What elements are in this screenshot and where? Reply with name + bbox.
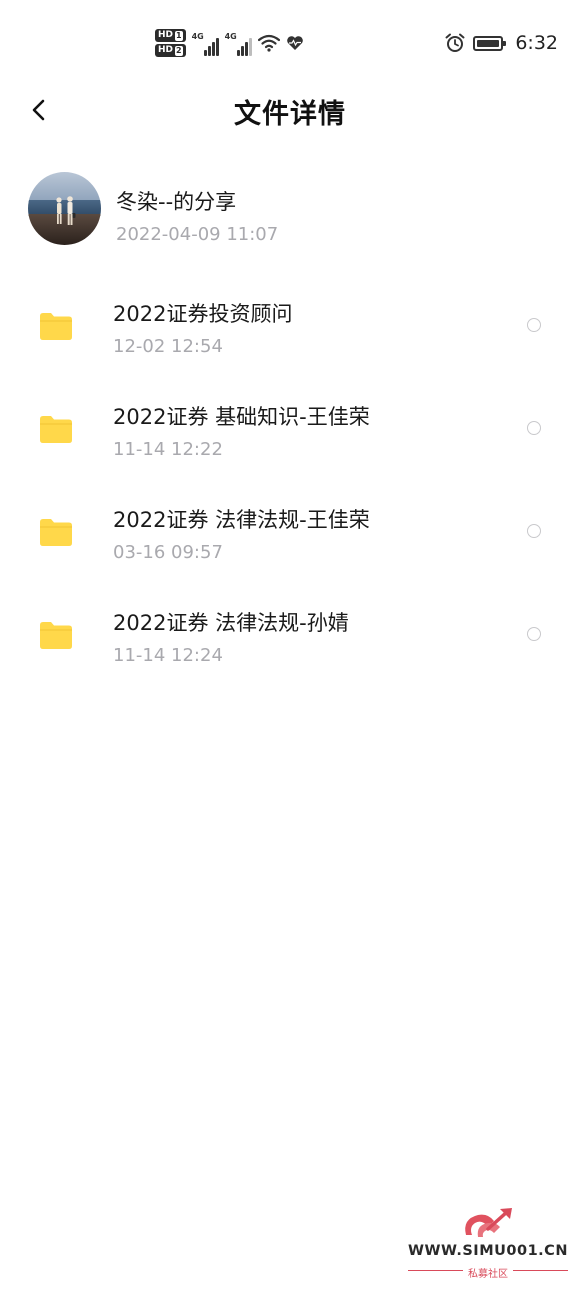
file-name: 2022证券 法律法规-王佳荣	[113, 508, 370, 532]
select-radio[interactable]	[527, 524, 541, 538]
header: 文件详情	[0, 88, 580, 132]
battery-icon	[473, 35, 507, 51]
watermark-site: WWW.SIMU001.CN	[408, 1243, 568, 1259]
file-item[interactable]: 2022证券 法律法规-王佳荣 03-16 09:57	[0, 488, 580, 591]
file-item[interactable]: 2022证券投资顾问 12-02 12:54	[0, 282, 580, 385]
select-radio[interactable]	[527, 318, 541, 332]
share-timestamp: 2022-04-09 11:07	[116, 224, 279, 245]
folder-icon	[40, 313, 72, 340]
watermark-logo-icon	[465, 1208, 512, 1237]
select-radio[interactable]	[527, 627, 541, 641]
file-item[interactable]: 2022证券 基础知识-王佳荣 11-14 12:22	[0, 385, 580, 488]
status-bar-right: 6:32	[445, 28, 558, 58]
heart-pulse-icon	[286, 36, 303, 50]
status-bar: HD 1 HD 2 4G 4G 6:32	[0, 0, 580, 88]
file-timestamp: 03-16 09:57	[113, 542, 223, 563]
status-bar-left: HD 1 HD 2 4G 4G	[155, 25, 304, 61]
select-radio[interactable]	[527, 421, 541, 435]
wifi-icon	[257, 34, 280, 52]
file-timestamp: 12-02 12:54	[113, 336, 223, 357]
hd-indicators: HD 1 HD 2	[155, 29, 186, 57]
file-list: 2022证券投资顾问 12-02 12:54 2022证券 基础知识-王佳荣 1…	[0, 282, 580, 694]
sharer-info: 冬染--的分享 2022-04-09 11:07	[28, 172, 548, 246]
alarm-icon	[445, 33, 465, 52]
folder-icon	[40, 519, 72, 546]
hd1-badge: HD 1	[155, 29, 186, 42]
watermark-label-wrap: 私募社区	[402, 1262, 574, 1281]
file-timestamp: 11-14 12:22	[113, 439, 223, 460]
page-title: 文件详情	[234, 99, 346, 130]
file-item[interactable]: 2022证券 法律法规-孙婧 11-14 12:24	[0, 591, 580, 694]
watermark: WWW.SIMU001.CN 私募社区	[402, 1205, 574, 1285]
folder-icon	[40, 622, 72, 649]
signal-1-icon: 4G	[192, 30, 219, 56]
avatar[interactable]	[28, 172, 101, 245]
file-timestamp: 11-14 12:24	[113, 645, 223, 666]
file-name: 2022证券投资顾问	[113, 302, 293, 326]
signal-2-icon: 4G	[225, 30, 252, 56]
status-time: 6:32	[515, 32, 558, 54]
file-name: 2022证券 基础知识-王佳荣	[113, 405, 370, 429]
folder-icon	[40, 416, 72, 443]
file-name: 2022证券 法律法规-孙婧	[113, 611, 349, 635]
sharer-name: 冬染--的分享	[116, 190, 237, 214]
network-type-1: 4G	[191, 32, 204, 41]
network-type-2: 4G	[224, 32, 237, 41]
watermark-label: 私募社区	[463, 1269, 513, 1280]
hd2-badge: HD 2	[155, 44, 186, 57]
